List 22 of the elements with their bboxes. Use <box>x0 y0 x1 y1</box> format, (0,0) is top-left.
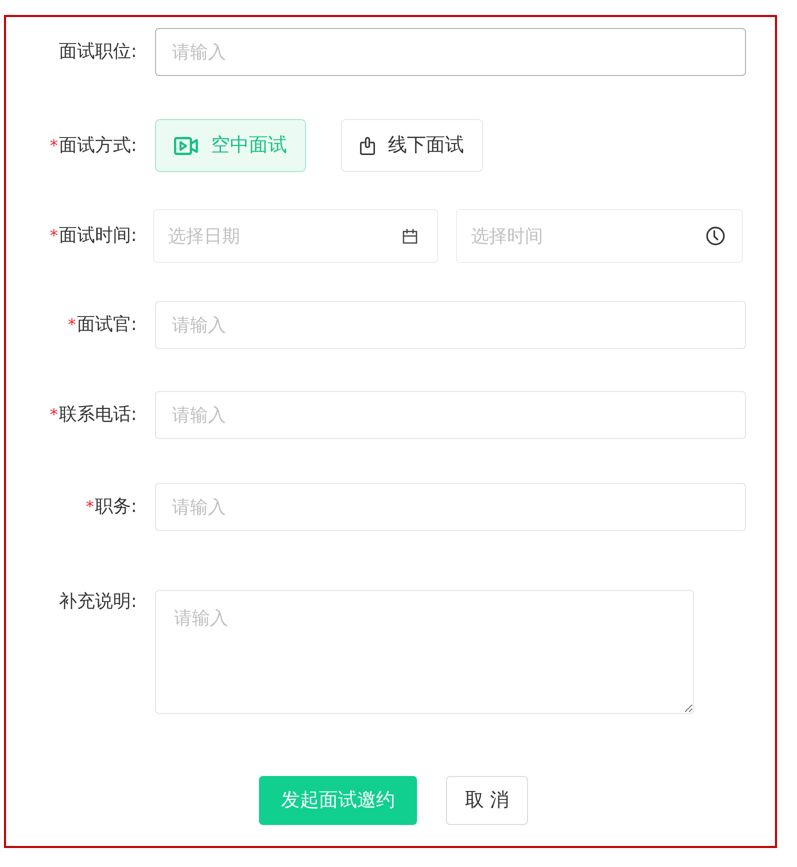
video-camera-icon <box>174 136 198 154</box>
calendar-icon <box>402 228 418 244</box>
field-label: 职务: <box>94 495 137 519</box>
date-picker-field[interactable]: 选择日期 <box>153 209 438 263</box>
field-label: 面试职位: <box>58 40 137 64</box>
required-mark: * <box>50 225 58 247</box>
time-picker-field[interactable]: 选择时间 <box>456 209 743 263</box>
required-mark: * <box>86 496 94 518</box>
cancel-button[interactable]: 取 消 <box>446 776 528 825</box>
field-label: 面试官: <box>76 313 137 337</box>
required-mark: * <box>50 134 58 156</box>
required-mark: * <box>68 314 76 336</box>
required-mark: * <box>50 404 58 426</box>
field-label: 补充说明: <box>58 590 137 614</box>
field-label: 联系电话: <box>58 403 137 427</box>
text-input[interactable]: 请输入 <box>155 28 746 76</box>
clip-icon <box>360 136 375 154</box>
field-label: 面试时间: <box>58 224 137 248</box>
textarea-field[interactable]: 请输入 <box>155 590 694 714</box>
clock-icon <box>706 226 725 246</box>
option-button[interactable]: 线下面试 <box>341 119 483 172</box>
field-label: 面试方式: <box>58 134 137 158</box>
